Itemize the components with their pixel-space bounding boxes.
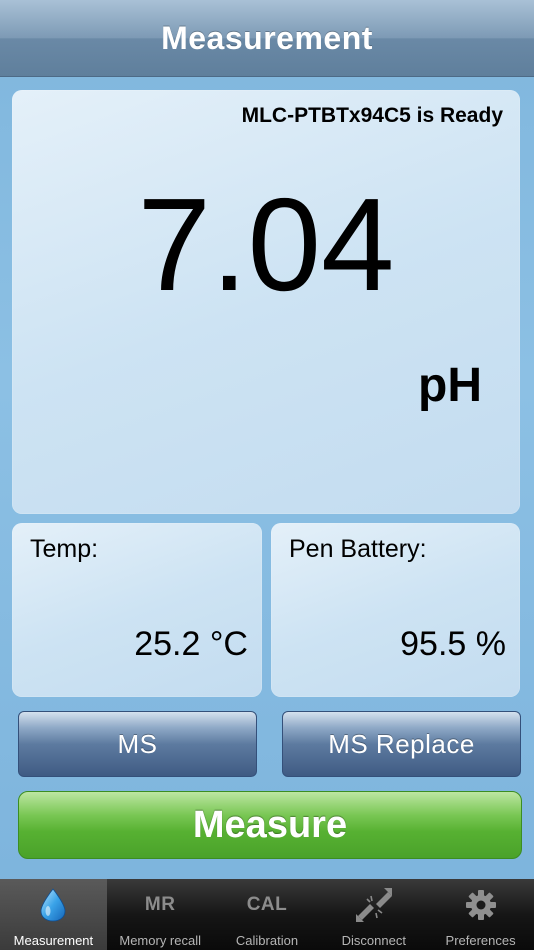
ph-reading-value: 7.04 — [137, 171, 395, 318]
temperature-label: Temp: — [30, 535, 99, 563]
temperature-value: 25.2 °C — [134, 625, 248, 663]
tab-bar: Measurement MR Memory recall CAL Calibra… — [0, 879, 534, 950]
gear-icon — [451, 883, 511, 927]
measure-button[interactable]: Measure — [18, 791, 522, 859]
battery-panel: Pen Battery: 95.5 % — [271, 523, 520, 697]
memory-recall-icon: MR — [144, 894, 176, 915]
tab-disconnect[interactable]: Disconnect — [320, 879, 427, 950]
tab-preferences-label: Preferences — [445, 933, 516, 948]
header-bar: Measurement — [0, 0, 534, 77]
page-title: Measurement — [161, 19, 373, 56]
tab-disconnect-label: Disconnect — [341, 933, 406, 948]
device-status-text: MLC-PTBTx94C5 is Ready — [241, 104, 503, 127]
reading-panel: MLC-PTBTx94C5 is Ready 7.04 pH — [12, 90, 520, 514]
water-drop-icon — [23, 883, 83, 927]
calibration-icon: CAL — [246, 894, 288, 915]
battery-value: 95.5 % — [400, 625, 506, 663]
tab-memory-recall-label: Memory recall — [119, 933, 201, 948]
ms-button[interactable]: MS — [18, 711, 257, 777]
tab-calibration[interactable]: CAL Calibration — [214, 879, 321, 950]
tab-memory-recall[interactable]: MR Memory recall — [107, 879, 214, 950]
ms-replace-button[interactable]: MS Replace — [282, 711, 521, 777]
tab-measurement-label: Measurement — [13, 933, 94, 948]
tab-measurement[interactable]: Measurement — [0, 879, 107, 950]
disconnect-icon — [344, 883, 404, 927]
temperature-panel: Temp: 25.2 °C — [12, 523, 262, 697]
tab-calibration-label: Calibration — [235, 933, 299, 948]
tab-preferences[interactable]: Preferences — [427, 879, 534, 950]
battery-label: Pen Battery: — [289, 535, 427, 563]
reading-unit-label: pH — [418, 359, 482, 412]
